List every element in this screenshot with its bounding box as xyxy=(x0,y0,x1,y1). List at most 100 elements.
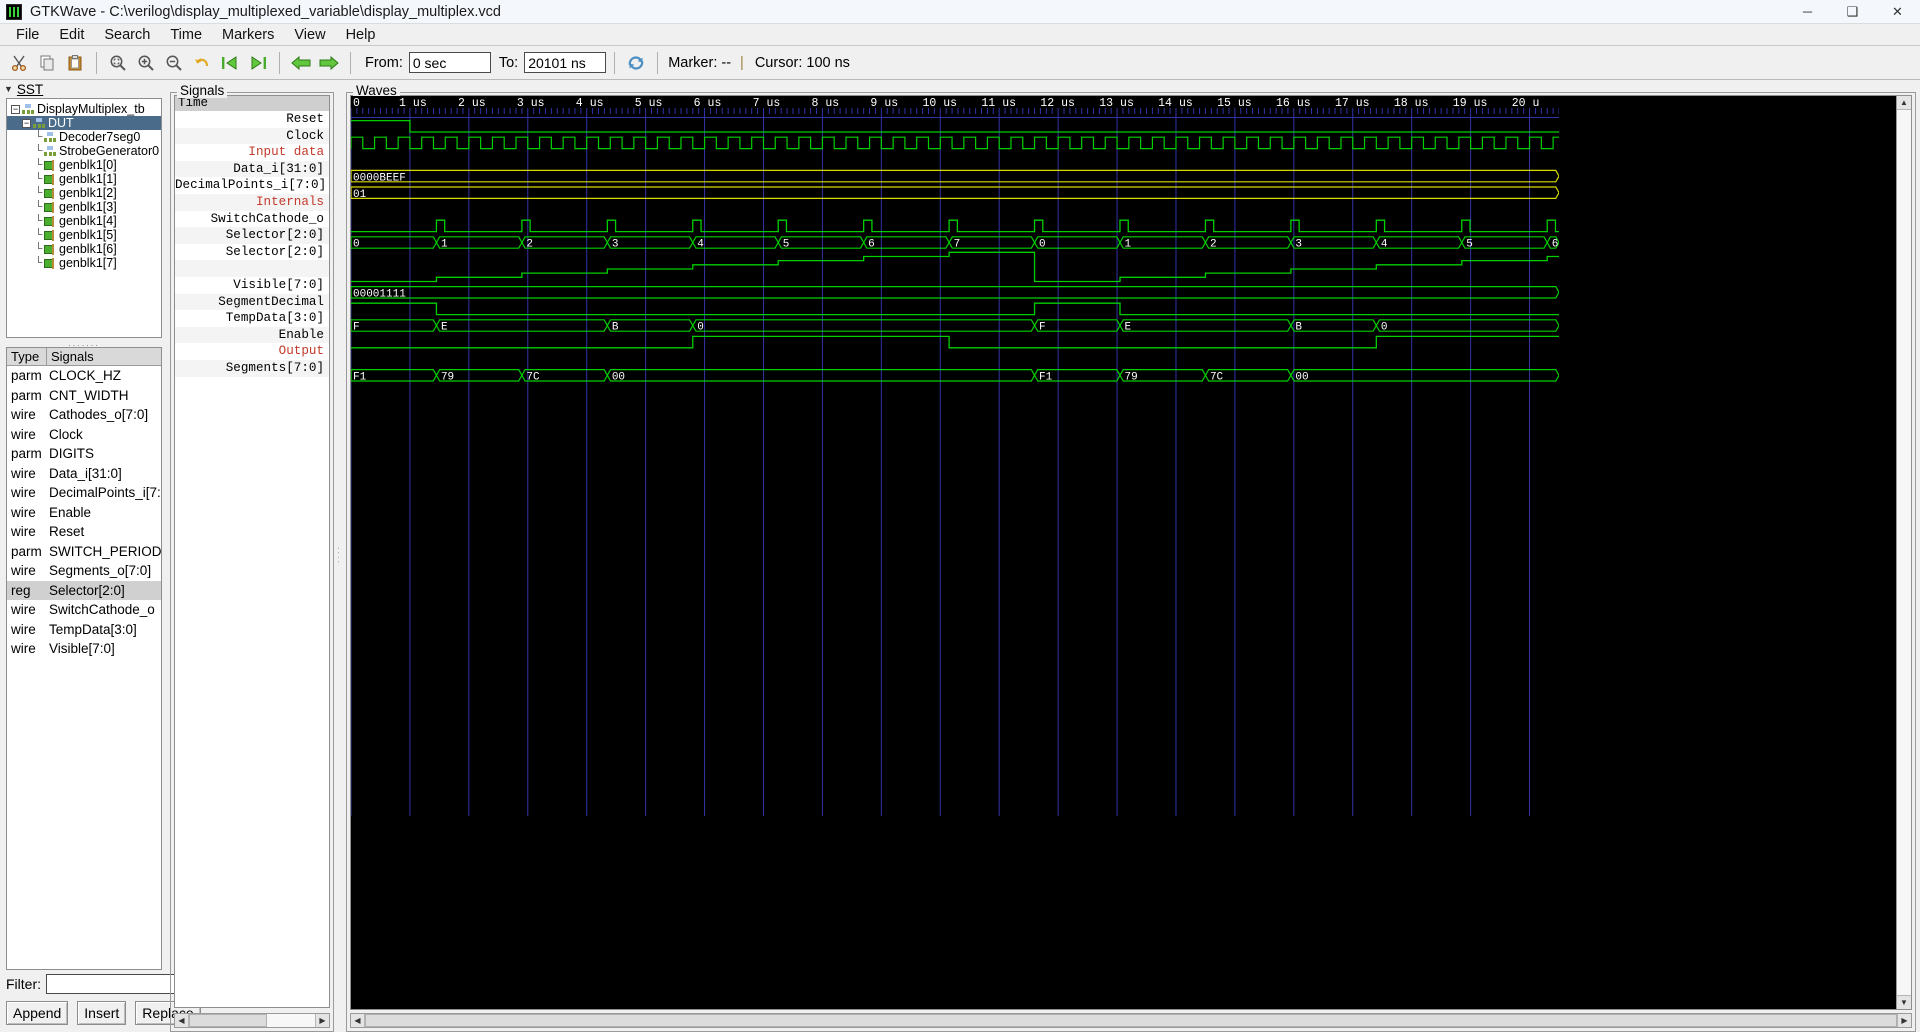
names-horizontal-scrollbar[interactable]: ◀ ▶ xyxy=(174,1013,330,1028)
sst-node-genblk14[interactable]: └ genblk1[4] xyxy=(7,214,161,228)
signal-name-rows[interactable]: Reset Clock Input data Data_i[31:0] DecimalP… xyxy=(175,111,329,1007)
signal-list-item[interactable]: wire Cathodes_o[7:0] xyxy=(7,405,161,425)
wave-vscroll-track[interactable] xyxy=(1897,110,1911,995)
wave-signal-label[interactable] xyxy=(175,260,329,277)
scroll-left-arrow-icon[interactable]: ◀ xyxy=(175,1014,189,1027)
signal-list-item[interactable]: parm CNT_WIDTH xyxy=(7,386,161,406)
wave-scroll-left-arrow-icon[interactable]: ◀ xyxy=(351,1014,365,1027)
menu-help[interactable]: Help xyxy=(336,25,386,45)
from-input[interactable] xyxy=(408,52,491,73)
wave-signal-label[interactable]: Visible[7:0] xyxy=(175,277,329,294)
menu-search[interactable]: Search xyxy=(94,25,160,45)
wave-signal-label[interactable]: Enable xyxy=(175,326,329,344)
append-button[interactable]: Append xyxy=(6,1001,69,1025)
minimize-button[interactable]: ─ xyxy=(1785,0,1830,24)
tree-expander-icon[interactable]: − xyxy=(22,118,31,128)
back-arrow-icon[interactable] xyxy=(288,50,314,76)
scroll-down-arrow-icon[interactable]: ▼ xyxy=(1897,995,1911,1009)
zoom-out-icon[interactable] xyxy=(161,50,187,76)
to-label: To: xyxy=(498,54,519,71)
sst-node-genblk11[interactable]: └ genblk1[1] xyxy=(7,172,161,186)
signal-list-item[interactable]: parm CLOCK_HZ xyxy=(7,366,161,386)
column-header-type[interactable]: Type xyxy=(7,348,47,365)
sst-node-genblk17[interactable]: └ genblk1[7] xyxy=(7,256,161,270)
wave-signal-label[interactable]: TempData[3:0] xyxy=(175,310,329,327)
goto-end-icon[interactable] xyxy=(245,50,271,76)
sst-node-strobegenerator0[interactable]: └ StrobeGenerator0 xyxy=(7,144,161,158)
signal-list-item[interactable]: wire Reset xyxy=(7,522,161,542)
menu-file[interactable]: File xyxy=(6,25,49,45)
cut-icon[interactable] xyxy=(6,50,32,76)
sst-node-displaymultiplex_tb[interactable]: − DisplayMultiplex_tb xyxy=(7,102,161,116)
to-input[interactable] xyxy=(524,52,607,73)
time-column-header[interactable]: Time xyxy=(175,96,329,111)
menu-time[interactable]: Time xyxy=(160,25,212,45)
scroll-up-arrow-icon[interactable]: ▲ xyxy=(1897,96,1911,110)
reload-icon[interactable] xyxy=(623,50,649,76)
pane-resize-grip[interactable]: ....... xyxy=(0,338,168,348)
sst-node-genblk12[interactable]: └ genblk1[2] xyxy=(7,186,161,200)
menu-view[interactable]: View xyxy=(284,25,335,45)
copy-icon[interactable] xyxy=(34,50,60,76)
signal-names-list[interactable]: Time Reset Clock Input data Data_i[31:0] Dec… xyxy=(174,95,330,1008)
sst-node-genblk10[interactable]: └ genblk1[0] xyxy=(7,158,161,172)
names-scroll-thumb[interactable] xyxy=(189,1014,268,1027)
signal-list-item[interactable]: wire Enable xyxy=(7,503,161,523)
signal-list-item[interactable]: wire TempData[3:0] xyxy=(7,620,161,640)
wave-section-label[interactable]: Internals xyxy=(175,193,329,211)
sst-node-decoder7seg0[interactable]: └ Decoder7seg0 xyxy=(7,130,161,144)
wave-scroll-right-arrow-icon[interactable]: ▶ xyxy=(1897,1014,1911,1027)
wave-viewport[interactable]: 0 1 us 2 us 3 us 4 us 5 us 6 us 7 us 8 us 9 us 10 us 11 us 12 us… xyxy=(350,95,1912,1010)
sst-node-genblk13[interactable]: └ genblk1[3] xyxy=(7,200,161,214)
signal-list-item[interactable]: parm DIGITS xyxy=(7,444,161,464)
signal-list-item[interactable]: wire SwitchCathode_o xyxy=(7,600,161,620)
signal-list-item[interactable]: wire DecimalPoints_i[7:0] xyxy=(7,483,161,503)
menu-markers[interactable]: Markers xyxy=(212,25,284,45)
forward-arrow-icon[interactable] xyxy=(316,50,342,76)
wave-signal-label[interactable]: Data_i[31:0] xyxy=(175,160,329,178)
paste-icon[interactable] xyxy=(62,50,88,76)
wave-section-label[interactable]: Input data xyxy=(175,144,329,161)
sst-tree[interactable]: − DisplayMultiplex_tb − DUT └ Decoder7seg0 └ St… xyxy=(6,98,162,338)
insert-button[interactable]: Insert xyxy=(77,1001,127,1025)
zoom-undo-icon[interactable] xyxy=(189,50,215,76)
sst-header[interactable]: ▼ SST xyxy=(0,80,168,98)
names-scroll-track[interactable] xyxy=(189,1014,315,1027)
sst-node-genblk16[interactable]: └ genblk1[6] xyxy=(7,242,161,256)
close-button[interactable]: ✕ xyxy=(1875,0,1920,24)
wave-signal-label[interactable]: Reset xyxy=(175,111,329,128)
signal-list-item[interactable]: wire Clock xyxy=(7,425,161,445)
signal-list-item[interactable]: reg Selector[2:0] xyxy=(7,580,161,600)
maximize-button[interactable]: ❑ xyxy=(1830,0,1875,24)
column-header-signals[interactable]: Signals xyxy=(47,348,98,365)
menu-edit[interactable]: Edit xyxy=(49,25,94,45)
zoom-fit-icon[interactable] xyxy=(105,50,131,76)
wave-scroll-thumb[interactable] xyxy=(365,1014,1897,1027)
signal-list-item[interactable]: wire Segments_o[7:0] xyxy=(7,561,161,581)
wave-signal-label[interactable]: DecimalPoints_i[7:0] xyxy=(175,177,329,194)
wave-section-label[interactable]: Output xyxy=(175,343,329,360)
wave-signal-label[interactable]: Segments[7:0] xyxy=(175,359,329,377)
sst-node-genblk15[interactable]: └ genblk1[5] xyxy=(7,228,161,242)
wave-scroll-track[interactable] xyxy=(365,1014,1897,1027)
wave-signal-label[interactable]: Selector[2:0] xyxy=(175,244,329,261)
tree-expander-icon[interactable]: − xyxy=(11,104,20,114)
wave-signal-label[interactable]: SwitchCathode_o xyxy=(175,211,329,228)
signal-list-item[interactable]: parm SWITCH_PERIOD_US xyxy=(7,542,161,562)
zoom-in-icon[interactable] xyxy=(133,50,159,76)
signal-list-item[interactable]: wire Visible[7:0] xyxy=(7,639,161,659)
wave-horizontal-scrollbar[interactable]: ◀ ▶ xyxy=(350,1013,1912,1028)
wave-signal-label[interactable]: Clock xyxy=(175,127,329,145)
wave-signal-label[interactable]: Selector[2:0] xyxy=(175,227,329,244)
pane-divider[interactable]: .... xyxy=(336,80,346,1032)
wave-drawing[interactable]: 0 1 us 2 us 3 us 4 us 5 us 6 us 7 us 8 us 9 us 10 us 11 us 12 us… xyxy=(351,96,1559,816)
scroll-right-arrow-icon[interactable]: ▶ xyxy=(315,1014,329,1027)
signal-list-item[interactable]: wire Data_i[31:0] xyxy=(7,464,161,484)
signal-name-cell: Reset xyxy=(49,524,85,540)
signal-list-rows[interactable]: parm CLOCK_HZ parm CNT_WIDTH wire Cathodes_o[… xyxy=(7,366,161,969)
sst-node-dut[interactable]: − DUT xyxy=(7,116,161,130)
wave-canvas[interactable]: 0 1 us 2 us 3 us 4 us 5 us 6 us 7 us 8 us 9 us 10 us 11 us 12 us… xyxy=(351,96,1896,1009)
wave-signal-label[interactable]: SegmentDecimal xyxy=(175,293,329,311)
goto-start-icon[interactable] xyxy=(217,50,243,76)
wave-vertical-scrollbar[interactable]: ▲ ▼ xyxy=(1896,96,1911,1009)
